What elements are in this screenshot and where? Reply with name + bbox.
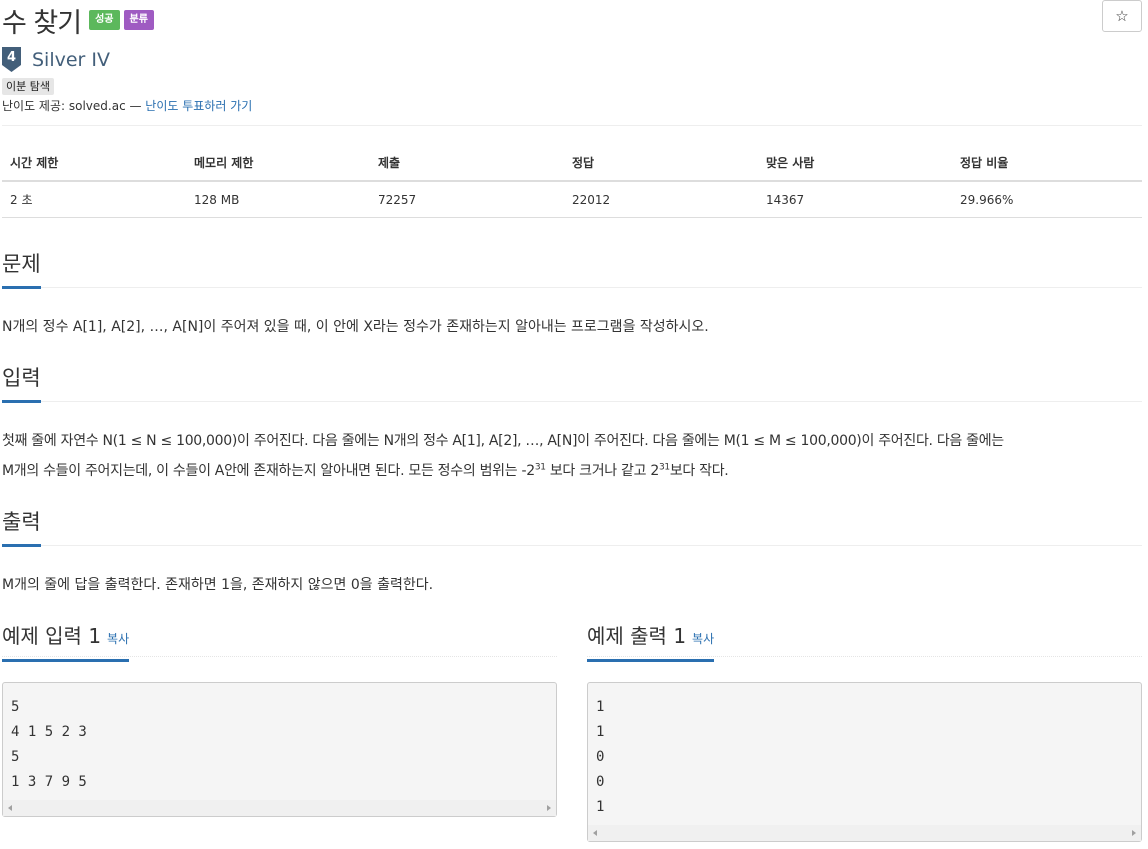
- section-divider: [2, 287, 1142, 288]
- sample-output-title: 예제 출력 1: [587, 624, 687, 648]
- sample-output-divider: [587, 656, 1142, 658]
- header-time-limit: 시간 제한: [2, 145, 186, 182]
- result-badge[interactable]: 성공: [89, 10, 120, 30]
- tier-row: 4 Silver IV: [2, 47, 110, 72]
- sample-input-divider: [2, 656, 557, 658]
- difficulty-credit: 난이도 제공: solved.ac — 난이도 투표하러 가기: [2, 97, 252, 114]
- accept-ratio-value: 29.966%: [952, 181, 1142, 218]
- input-text-part: 보다 크거나 같고 2: [545, 463, 659, 479]
- algorithm-tag[interactable]: 이분 탐색: [2, 78, 54, 95]
- scroll-right-icon[interactable]: [547, 805, 551, 811]
- table-header-row: 시간 제한 메모리 제한 제출 정답 맞은 사람 정답 비율: [2, 145, 1142, 182]
- header-accepted: 정답: [564, 145, 758, 182]
- star-icon: ☆: [1115, 7, 1129, 25]
- header-divider: [2, 125, 1142, 126]
- solved-users-value: 14367: [758, 181, 952, 218]
- section-title-output: 출력: [2, 506, 41, 547]
- description-text: N개의 정수 A[1], A[2], …, A[N]이 주어져 있을 때, 이 …: [2, 319, 709, 335]
- difficulty-prefix: 난이도 제공: solved.ac —: [2, 99, 146, 113]
- scroll-left-icon[interactable]: [8, 805, 12, 811]
- table-row: 2 초 128 MB 72257 22012 14367 29.966%: [2, 181, 1142, 218]
- exponent: 31: [534, 462, 546, 473]
- section-title-input: 입력: [2, 362, 41, 403]
- title-row: 수 찾기 성공 분류: [2, 0, 154, 40]
- sample-input-scrollbar[interactable]: [3, 800, 556, 816]
- section-output: 출력 M개의 줄에 답을 출력한다. 존재하면 1을, 존재하지 않으면 0을 …: [2, 506, 1142, 600]
- sample-output-box[interactable]: 1 1 0 0 1: [587, 682, 1142, 842]
- submissions-value: 72257: [370, 181, 564, 218]
- section-description: 문제 N개의 정수 A[1], A[2], …, A[N]이 주어져 있을 때,…: [2, 248, 1142, 342]
- copy-output-button[interactable]: 복사: [692, 632, 714, 646]
- copy-input-button[interactable]: 복사: [107, 632, 129, 646]
- tier-number: 4: [7, 50, 16, 65]
- scroll-right-icon[interactable]: [1132, 830, 1136, 836]
- exponent: 31: [658, 462, 670, 473]
- header-solved-users: 맞은 사람: [758, 145, 952, 182]
- sample-input-title: 예제 입력 1: [2, 624, 102, 648]
- input-text-part: M개의 수들이 주어지는데, 이 수들이 A안에 존재하는지 알아내면 된다. …: [2, 463, 535, 479]
- memory-limit-value: 128 MB: [186, 181, 370, 218]
- tier-shield-icon: 4: [2, 47, 21, 72]
- header-accept-ratio: 정답 비율: [952, 145, 1142, 182]
- sample-input-box[interactable]: 5 4 1 5 2 3 5 1 3 7 9 5: [2, 682, 557, 817]
- accepted-value: 22012: [564, 181, 758, 218]
- section-divider: [2, 545, 1142, 546]
- time-limit-value: 2 초: [2, 181, 186, 218]
- input-text-part: 보다 작다.: [669, 463, 729, 479]
- input-text-line-2: M개의 수들이 주어지는데, 이 수들이 A안에 존재하는지 알아내면 된다. …: [2, 456, 1142, 486]
- sample-input-content[interactable]: 5 4 1 5 2 3 5 1 3 7 9 5: [3, 683, 556, 795]
- section-title-description: 문제: [2, 248, 41, 289]
- scroll-left-icon[interactable]: [593, 830, 597, 836]
- section-divider: [2, 401, 1142, 402]
- output-text: M개의 줄에 답을 출력한다. 존재하면 1을, 존재하지 않으면 0을 출력한…: [2, 577, 434, 593]
- sample-output-scrollbar[interactable]: [588, 825, 1141, 841]
- section-input: 입력 첫째 줄에 자연수 N(1 ≤ N ≤ 100,000)이 주어진다. 다…: [2, 362, 1142, 486]
- input-text-line-1: 첫째 줄에 자연수 N(1 ≤ N ≤ 100,000)이 주어진다. 다음 줄…: [2, 433, 1004, 449]
- page-title: 수 찾기: [2, 7, 82, 39]
- favorite-button[interactable]: ☆: [1102, 0, 1142, 32]
- sample-output-content[interactable]: 1 1 0 0 1: [588, 683, 1141, 820]
- tier-name[interactable]: Silver IV: [32, 49, 110, 71]
- problem-info-table: 시간 제한 메모리 제한 제출 정답 맞은 사람 정답 비율 2 초 128 M…: [2, 145, 1142, 218]
- category-badge[interactable]: 분류: [123, 10, 154, 30]
- header-memory-limit: 메모리 제한: [186, 145, 370, 182]
- header-submissions: 제출: [370, 145, 564, 182]
- difficulty-vote-link[interactable]: 난이도 투표하러 가기: [145, 99, 252, 113]
- input-text: 첫째 줄에 자연수 N(1 ≤ N ≤ 100,000)이 주어진다. 다음 줄…: [2, 426, 1142, 486]
